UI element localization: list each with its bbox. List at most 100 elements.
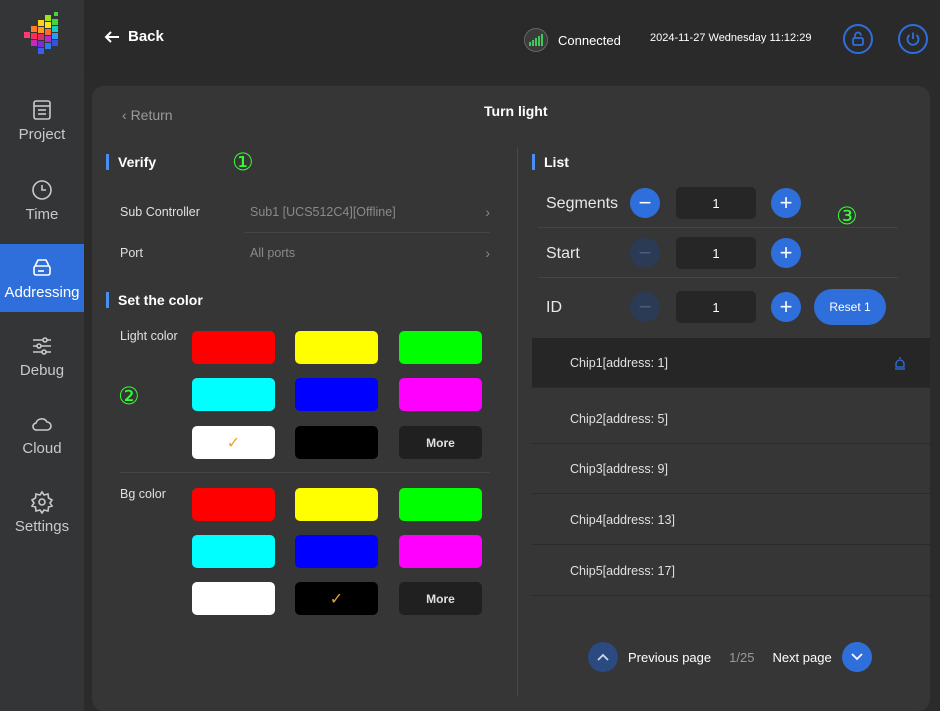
segments-label: Segments [546,195,619,212]
reset-button[interactable]: Reset 1 [814,289,886,325]
light-more-button[interactable]: More [399,426,482,459]
minus-icon: − [638,240,652,265]
id-row: ID − 1 + Reset 1 [546,282,926,332]
chip-list-item[interactable]: Chip2[address: 5] [532,394,930,444]
cloud-icon [32,417,52,431]
chevron-right-icon: › [485,204,490,220]
light-swatch-red[interactable] [192,331,275,364]
check-icon: ✓ [226,434,241,452]
bg-swatch-red[interactable] [192,488,275,521]
chip-list-item[interactable]: Chip4[address: 13] [532,495,930,545]
return-label: Return [130,107,173,123]
annotation-2: ② [118,382,140,410]
bg-swatch-yellow[interactable] [295,488,378,521]
minus-icon: − [638,190,652,215]
chip-label: Chip2[address: 5] [570,411,668,426]
check-icon: ✓ [329,590,344,608]
sidebar-item-label: Project [18,125,66,143]
segments-minus-button[interactable]: − [630,188,660,218]
divider [538,277,898,278]
light-color-label: Light color [120,329,178,343]
sub-controller-value: Sub1 [UCS512C4][Offline] [250,205,396,219]
sidebar-item-label: Debug [19,361,65,379]
main-panel: ‹ Return Turn light Verify ① Sub Control… [92,86,930,711]
arrow-left-icon [104,30,119,43]
plus-icon: + [779,190,793,215]
light-swatch-green[interactable] [399,331,482,364]
port-row[interactable]: Port All ports › [120,231,490,275]
bg-swatch-black[interactable]: ✓ [295,582,378,615]
annotation-1: ① [232,148,254,176]
lock-button[interactable] [843,24,873,54]
back-button[interactable]: Back [104,28,164,45]
start-minus-button[interactable]: − [630,238,660,268]
unlock-icon [852,31,864,46]
sidebar-item-label: Cloud [22,439,62,457]
connection-label: Connected [558,32,621,48]
light-swatch-yellow[interactable] [295,331,378,364]
datetime: 2024-11-27 Wednesday 11:12:29 [650,32,812,44]
power-icon [906,32,920,46]
chip-list-item[interactable]: Chip1[address: 1] [532,338,930,388]
column-divider [517,148,518,696]
chip-list-item[interactable]: Chip5[address: 17] [532,546,930,596]
chevron-right-icon: › [485,245,490,261]
id-value[interactable]: 1 [676,291,756,323]
sub-controller-row[interactable]: Sub Controller Sub1 [UCS512C4][Offline] … [120,190,490,234]
chip-list-item[interactable]: Chip3[address: 9] [532,444,930,494]
bg-swatch-magenta[interactable] [399,535,482,568]
top-bar: Back Connected 2024-11-27 Wednesday 11:1… [84,0,940,78]
bg-swatch-white[interactable] [192,582,275,615]
locate-icon[interactable] [894,356,906,370]
previous-page-label[interactable]: Previous page [628,650,711,665]
light-swatch-cyan[interactable] [192,378,275,411]
return-button[interactable]: ‹ Return [122,107,173,123]
chevron-left-icon: ‹ [122,107,131,123]
bg-swatch-cyan[interactable] [192,535,275,568]
segments-value[interactable]: 1 [676,187,756,219]
plus-icon: + [779,294,793,319]
light-swatch-blue[interactable] [295,378,378,411]
page-title: Turn light [484,103,548,119]
id-minus-button[interactable]: − [630,292,660,322]
page-indicator: 1/25 [729,649,755,665]
start-plus-button[interactable]: + [771,238,801,268]
sidebar-item-label: Addressing [4,283,80,301]
start-row: Start − 1 + [546,228,926,278]
sidebar-item-label: Settings [14,517,70,535]
chip-label: Chip1[address: 1] [570,355,668,370]
project-icon [33,99,51,120]
bg-color-label: Bg color [120,487,166,501]
sliders-icon [33,336,51,355]
bg-more-button[interactable]: More [399,582,482,615]
chip-label: Chip5[address: 17] [570,563,675,578]
port-label: Port [120,246,143,260]
chevron-down-icon [851,653,863,661]
sidebar-item-debug[interactable]: Debug [0,322,84,390]
app-logo-icon [24,12,58,54]
sidebar-item-project[interactable]: Project [0,86,84,154]
sidebar-item-settings[interactable]: Settings [0,478,84,546]
back-label: Back [128,28,164,45]
bg-swatch-green[interactable] [399,488,482,521]
segments-plus-button[interactable]: + [771,188,801,218]
light-swatch-magenta[interactable] [399,378,482,411]
previous-page-button[interactable] [588,642,618,672]
sidebar-item-time[interactable]: Time [0,166,84,234]
sidebar-item-cloud[interactable]: Cloud [0,400,84,468]
sidebar-item-addressing[interactable]: Addressing [0,244,84,312]
clock-icon [32,179,52,200]
power-button[interactable] [898,24,928,54]
section-list-title: List [532,154,569,170]
light-swatch-white[interactable]: ✓ [192,426,275,459]
next-page-button[interactable] [841,642,872,672]
start-label: Start [546,245,580,262]
bg-swatch-blue[interactable] [295,535,378,568]
gear-icon [30,490,54,514]
next-page-label[interactable]: Next page [772,650,831,665]
start-value[interactable]: 1 [676,237,756,269]
light-swatch-black[interactable] [295,426,378,459]
chip-label: Chip4[address: 13] [570,512,675,527]
id-plus-button[interactable]: + [771,292,801,322]
minus-icon: − [638,294,652,319]
